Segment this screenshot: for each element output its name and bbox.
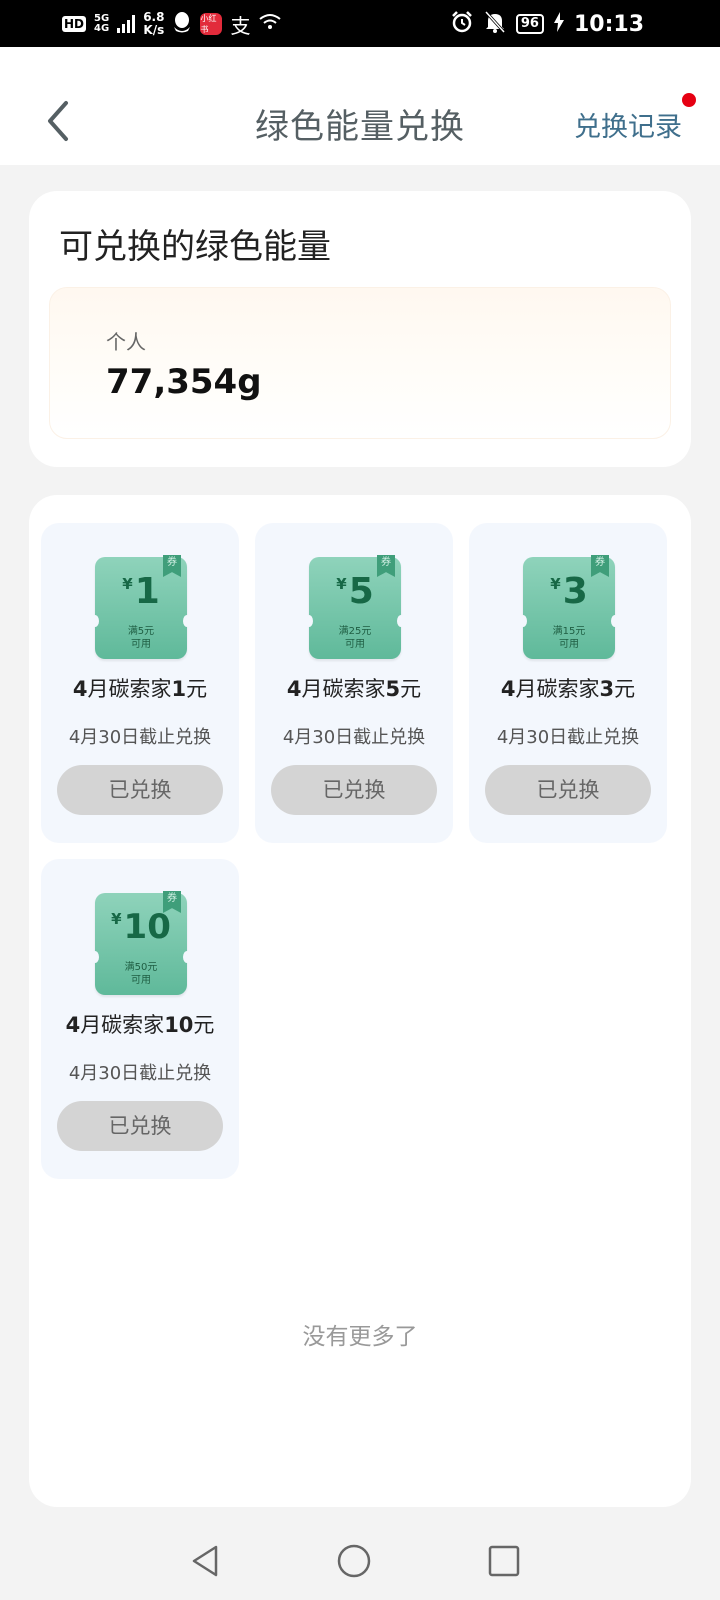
- charging-icon: [553, 12, 564, 36]
- circle-home-icon: [337, 1544, 371, 1578]
- xiaohongshu-icon: 小红书: [200, 13, 223, 35]
- coupon-name-month: 4: [72, 677, 88, 701]
- triangle-back-icon: [192, 1545, 218, 1577]
- yen-symbol: ¥: [336, 575, 347, 593]
- coupon-name-num: 10: [164, 1013, 194, 1037]
- redeemed-button[interactable]: 已兑换: [57, 1101, 223, 1151]
- clock-time: 10:13: [573, 11, 644, 37]
- redeemed-button[interactable]: 已兑换: [271, 765, 437, 815]
- coupon-ticket-icon: 券 ¥3 满15元 可用: [519, 555, 619, 659]
- coupon-name-mid: 月碳索家: [80, 1013, 165, 1037]
- signal-icon: [117, 15, 136, 33]
- alipay-icon: 支: [230, 13, 251, 38]
- status-bar: HD 5G 4G 6.8 K/s 小红书 支 96 10:13: [0, 0, 720, 47]
- qq-icon: [172, 11, 192, 38]
- coupon-name-unit: 元: [400, 677, 422, 701]
- energy-value: 77,354g: [106, 362, 262, 402]
- coupon-card: 券 ¥1 满5元 可用 4月碳索家1元 4月30日截止兑换 已兑换: [41, 523, 239, 843]
- coupon-condition: 满25元 可用: [309, 625, 401, 651]
- alarm-icon: [450, 10, 474, 38]
- coupon-ticket-icon: 券 ¥10 满50元 可用: [91, 891, 191, 995]
- yen-symbol: ¥: [122, 575, 133, 593]
- coupon-name-mid: 月碳索家: [87, 677, 172, 701]
- energy-card: 可兑换的绿色能量 个人 77,354g: [29, 191, 691, 467]
- coupon-condition-line2: 可用: [131, 639, 151, 650]
- coupon-name: 4月碳索家3元: [469, 673, 667, 703]
- redeemed-button[interactable]: 已兑换: [57, 765, 223, 815]
- coupon-deadline: 4月30日截止兑换: [68, 1063, 212, 1084]
- coupon-amount-value: 10: [123, 907, 171, 947]
- square-recent-icon: [488, 1545, 520, 1577]
- coupon-condition-line2: 可用: [559, 639, 579, 650]
- coupon-name-unit: 元: [614, 677, 636, 701]
- coupon-name-unit: 元: [186, 677, 208, 701]
- coupon-name-mid: 月碳索家: [301, 677, 386, 701]
- coupon-condition-line2: 可用: [131, 975, 151, 986]
- end-of-list-text: 没有更多了: [302, 1324, 418, 1350]
- coupon-name: 4月碳索家1元: [41, 673, 239, 703]
- coupon-name: 4月碳索家5元: [255, 673, 453, 703]
- energy-balance-box: 个人 77,354g: [49, 287, 671, 439]
- mute-bell-icon: [484, 10, 506, 38]
- coupon-name-month: 4: [286, 677, 302, 701]
- page-header: 绿色能量兑换 兑换记录: [0, 47, 720, 165]
- coupon-amount: ¥10: [95, 907, 187, 947]
- coupon-name: 4月碳索家10元: [41, 1009, 239, 1039]
- coupon-condition: 满50元 可用: [95, 961, 187, 987]
- network-type: 5G 4G: [94, 14, 109, 34]
- coupon-amount: ¥1: [95, 571, 187, 612]
- nav-back-button[interactable]: [186, 1541, 226, 1581]
- nav-recent-button[interactable]: [484, 1541, 524, 1581]
- coupon-condition-line1: 满25元: [338, 626, 372, 637]
- app-screen: HD 5G 4G 6.8 K/s 小红书 支 96 10:13 绿色能量兑换 兑…: [0, 0, 720, 1600]
- yen-symbol: ¥: [111, 910, 122, 928]
- coupon-name-month: 4: [65, 1013, 81, 1037]
- coupon-card: 券 ¥3 满15元 可用 4月碳索家3元 4月30日截止兑换 已兑换: [469, 523, 667, 843]
- nav-home-button[interactable]: [334, 1541, 374, 1581]
- energy-label: 个人: [106, 330, 146, 354]
- battery-indicator: 96: [515, 14, 544, 34]
- network-speed-unit: K/s: [143, 23, 165, 37]
- redeemed-button[interactable]: 已兑换: [485, 765, 651, 815]
- energy-card-title: 可兑换的绿色能量: [59, 227, 331, 267]
- coupon-card: 券 ¥5 满25元 可用 4月碳索家5元 4月30日截止兑换 已兑换: [255, 523, 453, 843]
- coupon-list: 券 ¥1 满5元 可用 4月碳索家1元 4月30日截止兑换 已兑换 券 ¥5 满…: [29, 495, 691, 1507]
- coupon-condition-line1: 满50元: [124, 962, 158, 973]
- network-speed: 6.8 K/s: [143, 11, 164, 37]
- coupon-ticket-icon: 券 ¥1 满5元 可用: [91, 555, 191, 659]
- coupon-deadline: 4月30日截止兑换: [496, 727, 640, 748]
- yen-symbol: ¥: [550, 575, 561, 593]
- coupon-amount-value: 1: [134, 571, 160, 612]
- coupon-amount-value: 5: [348, 571, 374, 612]
- coupon-ticket-icon: 券 ¥5 满25元 可用: [305, 555, 405, 659]
- coupon-deadline: 4月30日截止兑换: [68, 727, 212, 748]
- coupon-condition: 满15元 可用: [523, 625, 615, 651]
- coupon-condition-line1: 满15元: [552, 626, 586, 637]
- coupon-amount-value: 3: [562, 571, 588, 612]
- network-type-sub: 4G: [94, 23, 110, 34]
- coupon-condition-line2: 可用: [345, 639, 365, 650]
- status-left: HD 5G 4G 6.8 K/s 小红书 支: [62, 6, 282, 42]
- coupon-amount: ¥3: [523, 571, 615, 612]
- coupon-deadline: 4月30日截止兑换: [282, 727, 426, 748]
- coupon-name-num: 1: [171, 677, 187, 701]
- coupon-amount: ¥5: [309, 571, 401, 612]
- coupon-name-num: 5: [385, 677, 401, 701]
- coupon-condition-line1: 满5元: [127, 626, 155, 637]
- system-nav-bar: [0, 1521, 720, 1600]
- network-speed-value: 6.8: [143, 10, 165, 24]
- coupon-name-mid: 月碳索家: [515, 677, 600, 701]
- status-right: 96 10:13: [450, 8, 644, 40]
- wifi-icon: [258, 12, 282, 36]
- coupon-name-unit: 元: [193, 1013, 215, 1037]
- coupon-condition: 满5元 可用: [95, 625, 187, 651]
- hd-badge: HD: [62, 16, 87, 32]
- coupon-name-num: 3: [599, 677, 615, 701]
- coupon-card: 券 ¥10 满50元 可用 4月碳索家10元 4月30日截止兑换 已兑换: [41, 859, 239, 1179]
- exchange-history-link[interactable]: 兑换记录: [574, 105, 682, 144]
- notification-dot: [682, 93, 696, 107]
- coupon-name-month: 4: [500, 677, 516, 701]
